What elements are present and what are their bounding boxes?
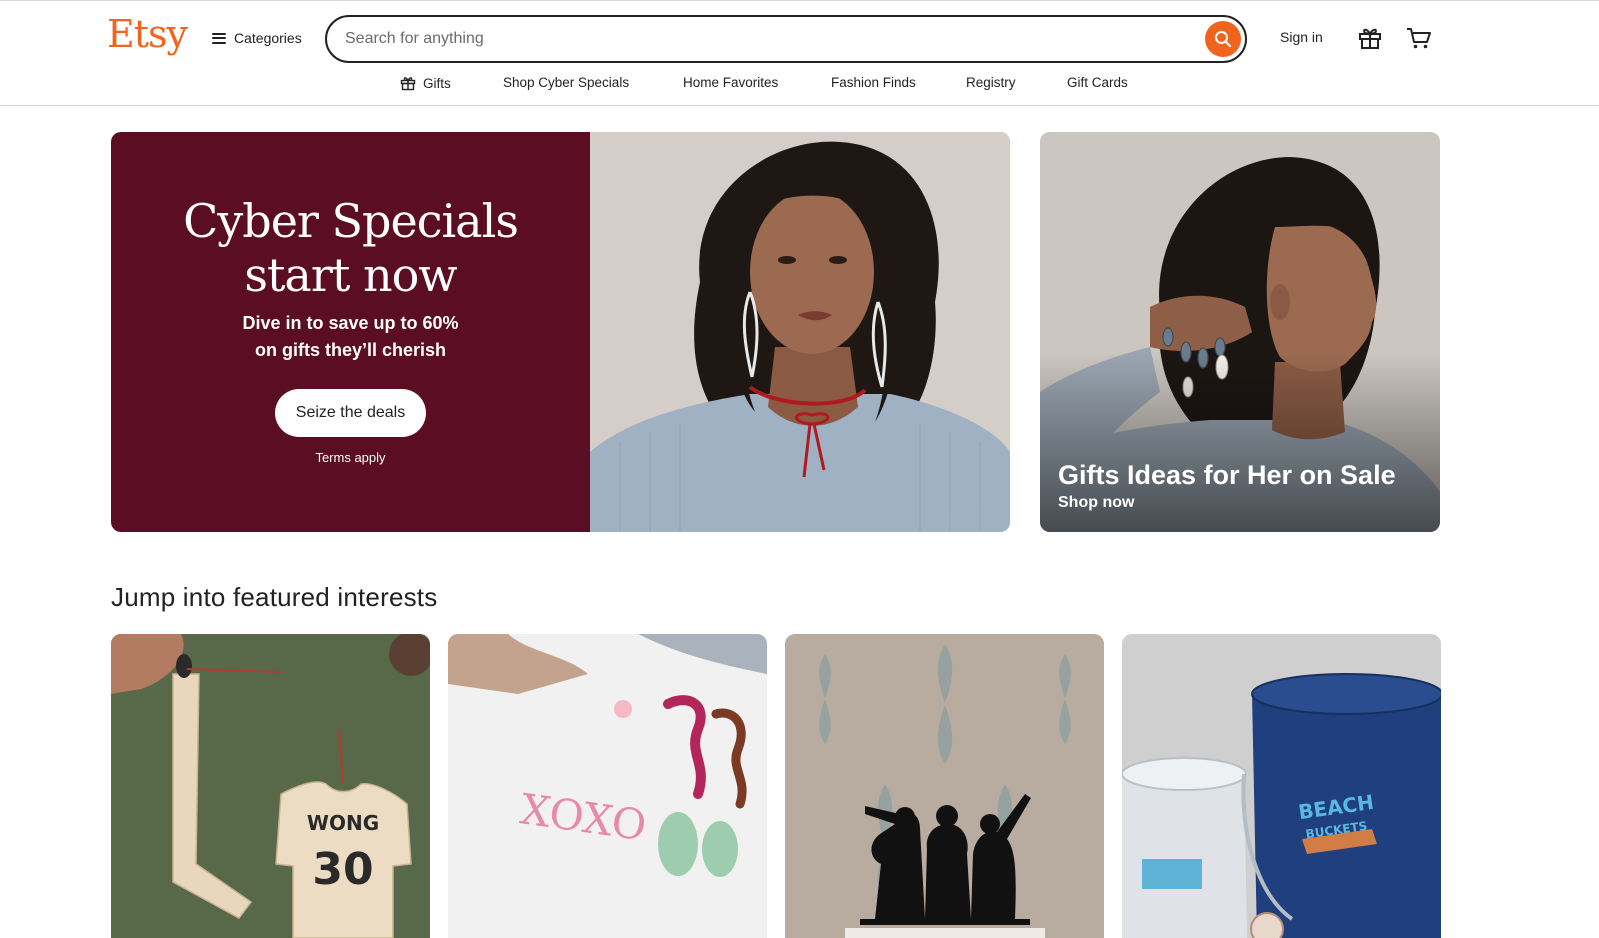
nav-item-label: Home Favorites (683, 75, 779, 90)
hero-title-line: Cyber Specials (183, 194, 519, 248)
hero-title-line: start now (244, 248, 457, 302)
hero-subtitle-line: on gifts they’ll cherish (254, 340, 447, 360)
nav-item-label: Gift Cards (1067, 75, 1128, 90)
shop-now-link[interactable]: Shop now (1058, 494, 1134, 512)
search-icon (1215, 31, 1232, 48)
nav-item-fashion-finds[interactable]: Fashion Finds (831, 75, 916, 90)
gift-icon (400, 77, 416, 91)
woman-portrait-illustration (590, 132, 1010, 532)
gift-icon[interactable] (1357, 25, 1383, 51)
featured-interests-heading: Jump into featured interests (111, 582, 438, 612)
search-button[interactable] (1205, 21, 1241, 57)
beach-buckets-image: BEACH BUCKETS (1122, 634, 1441, 938)
terms-apply-link[interactable]: Terms apply (111, 450, 590, 465)
nav-item-gifts[interactable]: Gifts (400, 75, 451, 91)
nav-item-gift-cards[interactable]: Gift Cards (1067, 75, 1128, 90)
nav-item-shop-cyber-specials[interactable]: Shop Cyber Specials (503, 75, 629, 90)
hamburger-icon (212, 32, 226, 44)
nav-item-label: Fashion Finds (831, 75, 916, 90)
sign-in-link[interactable]: Sign in (1280, 29, 1323, 45)
nav-item-label: Gifts (423, 75, 451, 91)
svg-text:WONG: WONG (307, 811, 379, 835)
categories-label: Categories (234, 30, 302, 46)
featured-card-cross-stitch[interactable]: XOXO (448, 634, 767, 938)
search-bar (325, 15, 1247, 63)
band-silhouette-cake-topper-image (785, 634, 1104, 938)
site-header: Etsy Categories Sign in (0, 0, 1599, 106)
gifts-for-her-promo[interactable]: Gifts Ideas for Her on Sale Shop now (1040, 132, 1440, 532)
featured-card-beach-buckets[interactable]: BEACH BUCKETS (1122, 634, 1441, 938)
cross-stitch-image: XOXO (448, 634, 767, 938)
nav-item-label: Shop Cyber Specials (503, 75, 630, 90)
hero-title: Cyber Specials start now (111, 194, 590, 302)
categories-button[interactable]: Categories (212, 23, 302, 53)
search-input[interactable] (345, 30, 1165, 48)
etsy-logo[interactable]: Etsy (107, 12, 188, 56)
hero-subtitle: Dive in to save up to 60% on gifts they’… (111, 310, 590, 364)
nav-item-registry[interactable]: Registry (966, 75, 1016, 90)
nav-item-label: Registry (966, 75, 1016, 90)
svg-text:30: 30 (312, 844, 373, 895)
nav-item-home-favorites[interactable]: Home Favorites (683, 75, 778, 90)
hero-banner: Cyber Specials start now Dive in to save… (111, 132, 1010, 532)
hockey-ornaments-image: WONG 30 (111, 634, 430, 938)
featured-card-cake-topper[interactable] (785, 634, 1104, 938)
hero-text-panel: Cyber Specials start now Dive in to save… (111, 132, 590, 532)
hero-subtitle-line: Dive in to save up to 60% (242, 313, 459, 333)
category-nav: Gifts Shop Cyber Specials Home Favorites… (0, 75, 1599, 95)
featured-card-hockey-ornaments[interactable]: WONG 30 (111, 634, 430, 938)
seize-deals-button[interactable]: Seize the deals (275, 389, 426, 437)
cart-icon[interactable] (1405, 25, 1433, 51)
side-promo-title: Gifts Ideas for Her on Sale (1058, 460, 1396, 490)
hero-model-image[interactable] (590, 132, 1010, 532)
